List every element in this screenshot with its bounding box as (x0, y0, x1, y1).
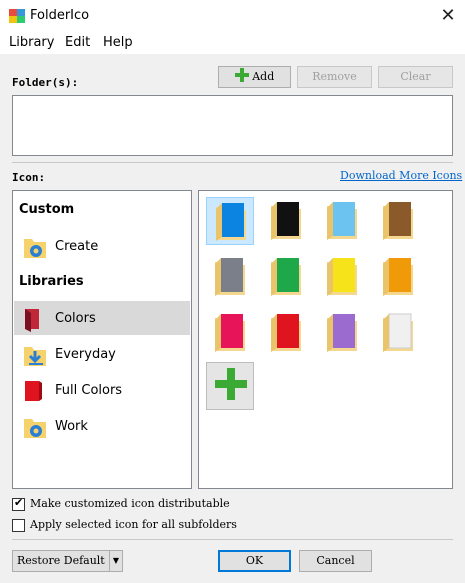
sidebar-item-colors[interactable]: Colors (14, 301, 190, 335)
icon-label: Icon: (12, 171, 46, 184)
color-folder-tile[interactable] (262, 197, 310, 245)
app-logo-icon (9, 9, 25, 23)
download-more-icons-link[interactable]: Download More Icons (340, 169, 462, 182)
divider (12, 162, 453, 163)
folder-icon (215, 314, 245, 352)
folder-gear-icon (24, 419, 46, 438)
folder-icon (215, 258, 245, 296)
color-folder-tile[interactable] (206, 197, 254, 245)
color-folder-tile[interactable] (374, 309, 422, 357)
folder-colors-icon (25, 309, 39, 332)
folder-icon (271, 202, 301, 240)
color-folder-tile[interactable] (374, 197, 422, 245)
color-folder-tile[interactable] (374, 253, 422, 301)
distributable-label: Make customized icon distributable (30, 497, 230, 510)
folder-icon (327, 314, 357, 352)
folder-gear-icon (24, 239, 46, 258)
folders-label: Folder(s): (12, 76, 79, 89)
subfolders-label: Apply selected icon for all subfolders (30, 518, 237, 531)
libraries-heading: Libraries (19, 274, 84, 289)
sidebar-item-full-colors[interactable]: Full Colors (14, 373, 190, 407)
cancel-button[interactable]: Cancel (299, 550, 372, 572)
color-folder-tile[interactable] (262, 309, 310, 357)
divider (12, 539, 453, 540)
plus-icon (234, 68, 249, 82)
folder-icon (383, 202, 413, 240)
restore-default-label: Restore Default (17, 554, 105, 567)
plus-icon (215, 368, 247, 400)
folder-icon (216, 203, 246, 241)
folder-icon (383, 313, 413, 352)
subfolders-checkbox[interactable] (12, 519, 25, 532)
distributable-checkbox[interactable]: ✔ (12, 496, 25, 511)
color-folder-tile[interactable] (206, 253, 254, 301)
folder-icon (327, 202, 357, 240)
menu-edit[interactable]: Edit (65, 35, 90, 50)
folder-list[interactable] (12, 95, 453, 156)
sidebar-item-everyday[interactable]: Everyday (14, 337, 190, 371)
menu-library[interactable]: Library (9, 35, 54, 50)
chevron-down-icon[interactable]: ▼ (109, 551, 122, 571)
folder-download-icon (24, 347, 46, 366)
menu-help[interactable]: Help (103, 35, 133, 50)
color-folder-tile[interactable] (262, 253, 310, 301)
color-folder-tile[interactable] (318, 253, 366, 301)
folder-icon (327, 258, 357, 296)
folder-icon (271, 258, 301, 296)
add-button[interactable]: Add (218, 66, 291, 88)
folder-icon (383, 258, 413, 296)
sidebar-item-colors-label: Colors (55, 311, 96, 326)
color-folder-tile[interactable] (318, 309, 366, 357)
close-icon[interactable]: ✕ (436, 5, 460, 27)
sidebar-item-work[interactable]: Work (14, 409, 190, 443)
color-folder-tile[interactable] (318, 197, 366, 245)
add-button-label: Add (252, 70, 275, 83)
sidebar-item-work-label: Work (55, 419, 88, 434)
custom-heading: Custom (19, 202, 75, 217)
folder-icon (271, 314, 301, 352)
sidebar-item-full-colors-label: Full Colors (55, 383, 123, 398)
checkmark-icon: ✔ (14, 496, 24, 509)
add-icon-button[interactable] (206, 362, 254, 410)
window-title: FolderIco (30, 8, 90, 23)
sidebar-item-everyday-label: Everyday (55, 347, 116, 362)
restore-default-button[interactable]: Restore Default ▼ (12, 550, 123, 572)
remove-button[interactable]: Remove (297, 66, 372, 88)
color-folder-tile[interactable] (206, 309, 254, 357)
sidebar-item-create-label: Create (55, 239, 99, 254)
folder-red-icon (25, 381, 42, 401)
clear-button[interactable]: Clear (378, 66, 453, 88)
sidebar-item-create[interactable]: Create (14, 229, 190, 263)
ok-button[interactable]: OK (218, 550, 291, 572)
